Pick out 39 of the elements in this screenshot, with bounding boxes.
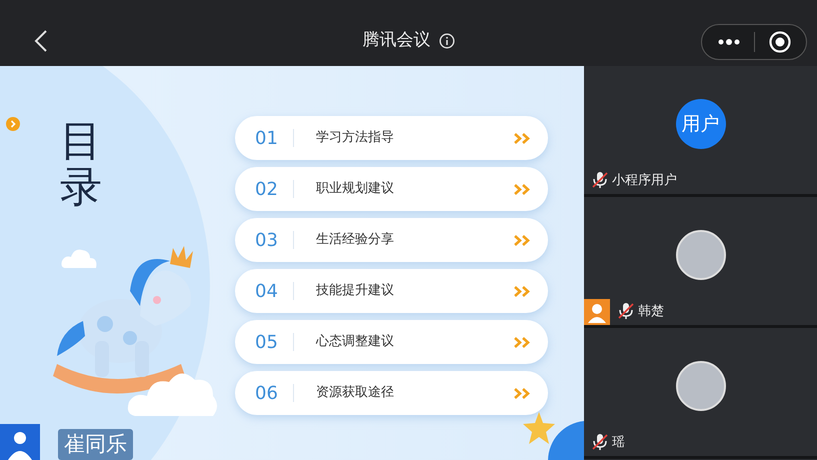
- slide-title: 目录: [60, 118, 102, 210]
- participant-name: 小程序用户: [612, 172, 677, 190]
- item-number: 03: [254, 228, 279, 252]
- item-number: 02: [254, 178, 279, 202]
- close-icon[interactable]: [769, 31, 791, 53]
- photo-placeholder: [676, 361, 726, 411]
- participant-name: 瑶: [612, 434, 625, 452]
- info-icon[interactable]: [438, 33, 454, 49]
- item-number: 01: [254, 126, 279, 150]
- double-chevron-icon: [514, 132, 530, 144]
- participant-name: 韩楚: [638, 302, 664, 320]
- presenter-name: 崔同乐: [58, 428, 133, 460]
- item-label: 职业规划建议: [316, 180, 395, 198]
- item-label: 心态调整建议: [316, 333, 395, 352]
- menu-item[interactable]: 02 职业规划建议: [235, 167, 548, 211]
- item-label: 资源获取途径: [316, 384, 395, 402]
- menu-item[interactable]: 01 学习方法指导: [235, 116, 548, 160]
- double-chevron-icon: [514, 286, 530, 296]
- double-chevron-icon: [514, 336, 530, 348]
- item-number: 05: [254, 330, 279, 354]
- menu-item[interactable]: 06 资源获取途径: [235, 371, 548, 415]
- item-number: 04: [254, 280, 279, 304]
- menu-item[interactable]: 05 心态调整建议: [235, 320, 548, 364]
- back-icon[interactable]: [34, 30, 48, 52]
- double-chevron-icon: [514, 234, 530, 246]
- circle-decoration-icon: [548, 421, 584, 460]
- more-icon[interactable]: [718, 39, 740, 45]
- menu-item[interactable]: 04 技能提升建议: [235, 269, 548, 313]
- avatar: 用户: [676, 99, 726, 149]
- item-label: 学习方法指导: [316, 129, 395, 148]
- item-label: 技能提升建议: [316, 282, 395, 300]
- double-chevron-icon: [514, 388, 530, 398]
- star-icon: [522, 411, 556, 445]
- double-chevron-icon: [514, 184, 530, 194]
- window-title: 腾讯会议: [362, 29, 430, 52]
- menu-item[interactable]: 03 生活经验分享: [235, 218, 548, 262]
- item-number: 06: [254, 382, 279, 406]
- photo-placeholder: [676, 230, 726, 280]
- item-label: 生活经验分享: [316, 231, 395, 250]
